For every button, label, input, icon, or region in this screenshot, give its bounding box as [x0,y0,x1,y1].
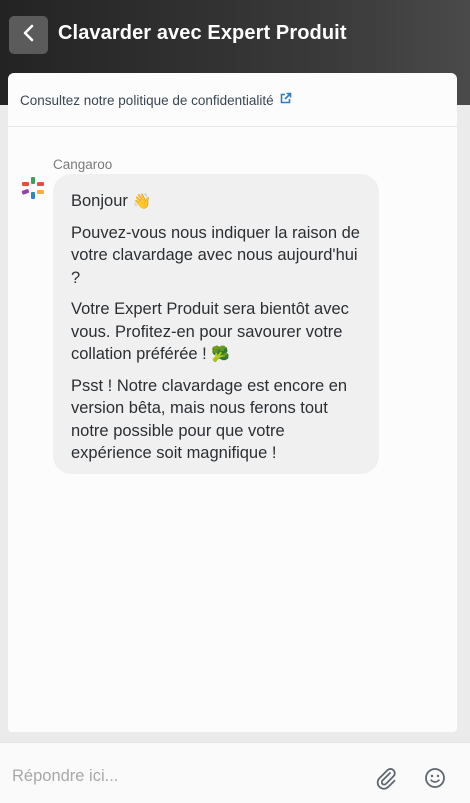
chat-bubble: Bonjour 👋 Pouvez-vous nous indiquer la r… [53,174,379,474]
message-paragraph: Psst ! Notre clavardage est encore en ve… [71,376,348,463]
privacy-policy-label: Consultez notre politique de confidentia… [20,92,274,108]
chat-panel: Consultez notre politique de confidentia… [8,73,457,732]
broccoli-icon: 🥦 [211,345,231,363]
smiley-icon[interactable] [422,765,448,791]
waving-hand-icon: 👋 [132,192,152,210]
reply-input[interactable] [12,764,352,788]
chevron-left-icon [22,24,36,47]
external-link-icon [274,92,292,108]
cangaroo-logo-icon [20,175,46,201]
greeting-line: Bonjour 👋 [71,192,152,210]
privacy-policy-link[interactable]: Consultez notre politique de confidentia… [20,92,292,108]
paperclip-icon[interactable] [373,765,399,791]
sender-name: Cangaroo [53,157,113,172]
chat-title: Clavarder avec Expert Produit [58,22,347,44]
message-composer [0,742,470,803]
header-divider [8,126,457,127]
message-paragraph: Pouvez-vous nous indiquer la raison de v… [71,223,360,287]
back-button[interactable] [9,16,48,54]
message-paragraph: Votre Expert Produit sera bientôt avec v… [71,300,349,363]
